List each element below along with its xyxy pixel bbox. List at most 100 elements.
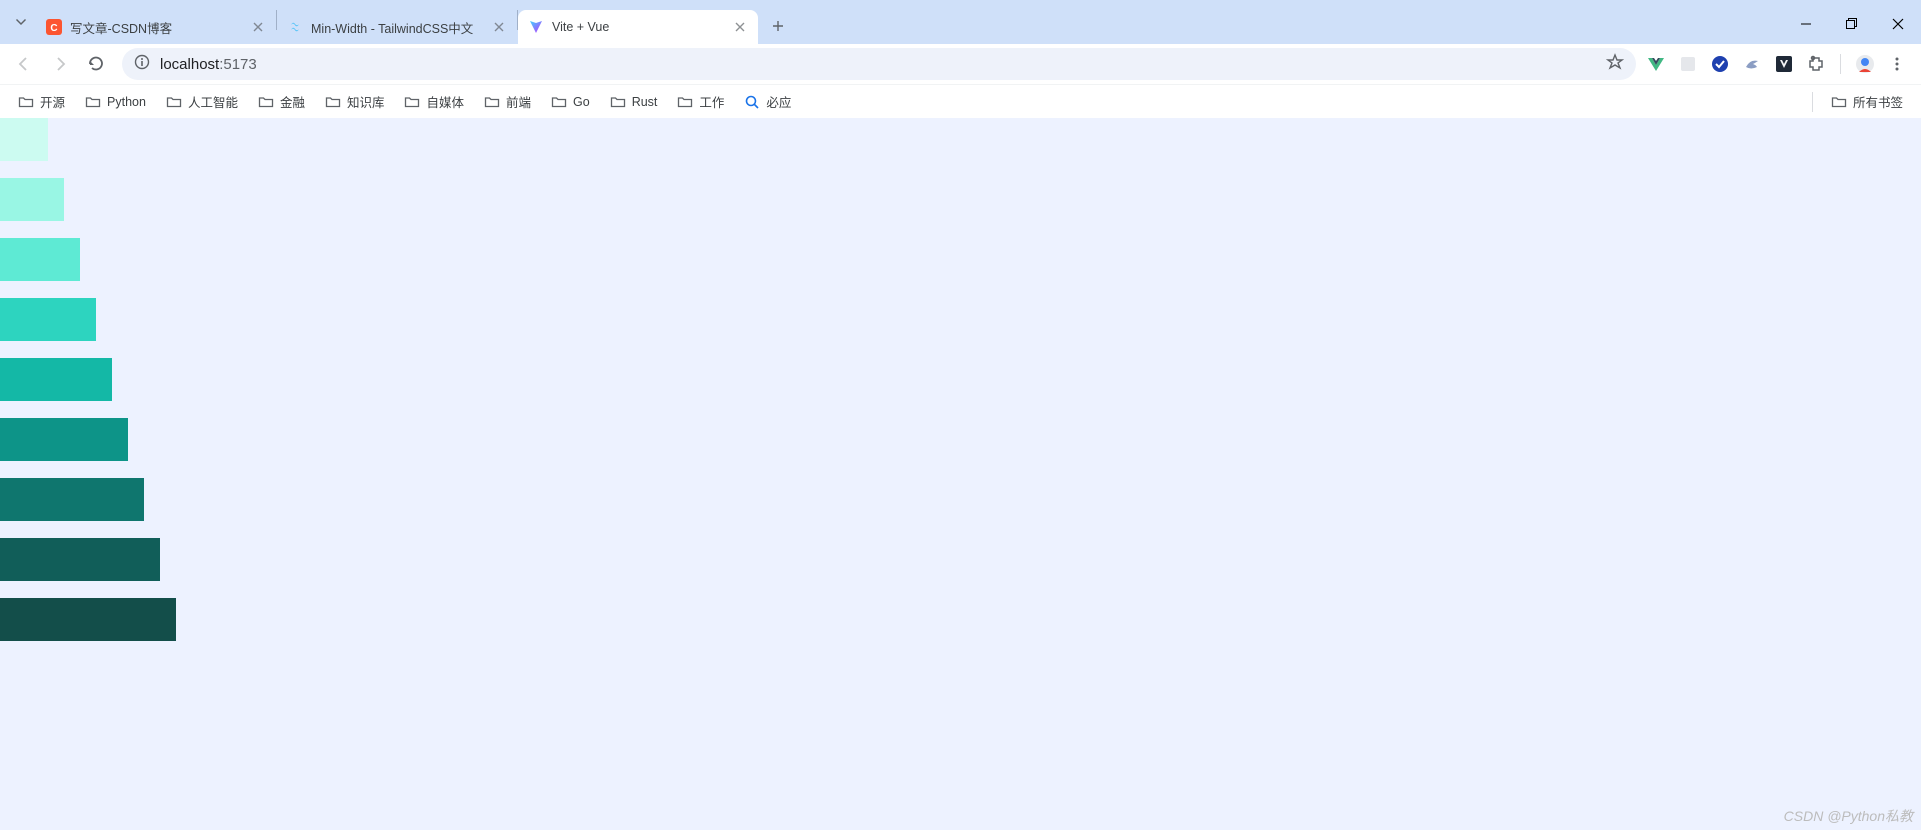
bookmark-item[interactable]: 开源 xyxy=(10,88,73,115)
color-bar xyxy=(0,238,80,281)
window-controls xyxy=(1783,4,1921,44)
tab-close-button[interactable] xyxy=(250,19,266,35)
bookmark-star-button[interactable] xyxy=(1606,53,1624,76)
browser-titlebar: C 写文章-CSDN博客 Min-Width - TailwindCSS中文 V… xyxy=(0,0,1921,44)
bookmark-label: 前端 xyxy=(506,92,531,111)
url-port: :5173 xyxy=(219,56,257,73)
plus-icon xyxy=(772,20,784,32)
folder-icon xyxy=(484,94,500,110)
bookmark-label: Rust xyxy=(632,95,658,109)
close-icon xyxy=(494,22,504,32)
bookmark-label: 自媒体 xyxy=(426,92,464,111)
extensions-menu-icon[interactable] xyxy=(1806,54,1826,74)
color-bar xyxy=(0,358,112,401)
folder-icon xyxy=(404,94,420,110)
folder-icon xyxy=(610,94,626,110)
restore-icon xyxy=(1846,18,1858,30)
bookmark-item[interactable]: 自媒体 xyxy=(396,88,472,115)
bookmark-label: 人工智能 xyxy=(188,92,238,111)
tab-title: Vite + Vue xyxy=(552,20,732,34)
tab-title: 写文章-CSDN博客 xyxy=(70,18,250,37)
kebab-menu-icon xyxy=(1889,56,1905,72)
bookmark-item[interactable]: 前端 xyxy=(476,88,539,115)
profile-avatar[interactable] xyxy=(1855,54,1875,74)
tab-close-button[interactable] xyxy=(732,19,748,35)
bookmark-item[interactable]: 人工智能 xyxy=(158,88,246,115)
page-viewport: CSDN @Python私教 xyxy=(0,118,1921,830)
extension-separator xyxy=(1840,54,1841,74)
tailwind-favicon-icon xyxy=(287,19,303,35)
bookmark-item[interactable]: 工作 xyxy=(669,88,732,115)
address-bar[interactable]: localhost:5173 xyxy=(122,48,1636,80)
nav-forward-button[interactable] xyxy=(44,48,76,80)
color-bar xyxy=(0,478,144,521)
reload-button[interactable] xyxy=(80,48,112,80)
star-icon xyxy=(1606,53,1624,71)
bookmarks-bar: 开源 Python 人工智能 金融 知识库 自媒体 前端 Go Rust 工作 必应 所有书签 xyxy=(0,84,1921,118)
color-bar xyxy=(0,418,128,461)
folder-icon xyxy=(551,94,567,110)
bookmark-item[interactable]: 必应 xyxy=(736,88,799,115)
close-icon xyxy=(253,22,263,32)
bookmark-item[interactable]: Go xyxy=(543,90,598,114)
bookmark-label: 工作 xyxy=(699,92,724,111)
url-text: localhost:5173 xyxy=(160,56,257,73)
bookmark-item[interactable]: 知识库 xyxy=(317,88,393,115)
tab-close-button[interactable] xyxy=(491,19,507,35)
browser-toolbar: localhost:5173 xyxy=(0,44,1921,84)
tab-vite-vue[interactable]: Vite + Vue xyxy=(518,10,758,44)
bookmark-item[interactable]: Rust xyxy=(602,90,666,114)
folder-icon xyxy=(1831,94,1847,110)
arrow-left-icon xyxy=(15,55,33,73)
bookmark-item[interactable]: 金融 xyxy=(250,88,313,115)
url-host: localhost xyxy=(160,56,219,73)
all-bookmarks-button[interactable]: 所有书签 xyxy=(1823,88,1911,115)
extension-4-icon[interactable] xyxy=(1742,54,1762,74)
bookmarks-separator xyxy=(1812,92,1813,112)
window-minimize-button[interactable] xyxy=(1783,4,1829,44)
color-bar xyxy=(0,538,160,581)
search-icon xyxy=(744,94,760,110)
tab-csdn[interactable]: C 写文章-CSDN博客 xyxy=(36,10,276,44)
bookmark-label: 必应 xyxy=(766,92,791,111)
color-bar xyxy=(0,178,64,221)
folder-icon xyxy=(677,94,693,110)
minimize-icon xyxy=(1800,18,1812,30)
color-bar xyxy=(0,118,48,161)
bookmark-label: 金融 xyxy=(280,92,305,111)
color-bar xyxy=(0,298,96,341)
close-icon xyxy=(1892,18,1904,30)
tab-tailwind[interactable]: Min-Width - TailwindCSS中文 xyxy=(277,10,517,44)
svg-text:C: C xyxy=(50,23,57,34)
info-icon xyxy=(134,54,150,70)
bookmark-label: 知识库 xyxy=(347,92,385,111)
folder-icon xyxy=(85,94,101,110)
site-info-button[interactable] xyxy=(134,54,150,75)
new-tab-button[interactable] xyxy=(764,12,792,40)
folder-icon xyxy=(166,94,182,110)
folder-icon xyxy=(258,94,274,110)
extension-3-icon[interactable] xyxy=(1710,54,1730,74)
extension-2-icon[interactable] xyxy=(1678,54,1698,74)
vue-devtools-icon[interactable] xyxy=(1646,54,1666,74)
extensions-row xyxy=(1646,54,1913,74)
chevron-down-icon xyxy=(15,17,27,29)
window-restore-button[interactable] xyxy=(1829,4,1875,44)
chrome-menu-button[interactable] xyxy=(1887,54,1907,74)
bookmark-label: Python xyxy=(107,95,146,109)
folder-icon xyxy=(325,94,341,110)
watermark-text: CSDN @Python私教 xyxy=(1784,806,1913,826)
reload-icon xyxy=(87,55,105,73)
window-close-button[interactable] xyxy=(1875,4,1921,44)
arrow-right-icon xyxy=(51,55,69,73)
csdn-favicon-icon: C xyxy=(46,19,62,35)
bookmark-item[interactable]: Python xyxy=(77,90,154,114)
tab-title: Min-Width - TailwindCSS中文 xyxy=(311,18,491,37)
folder-icon xyxy=(18,94,34,110)
extension-5-icon[interactable] xyxy=(1774,54,1794,74)
bookmark-label: 开源 xyxy=(40,92,65,111)
nav-back-button[interactable] xyxy=(8,48,40,80)
color-bars xyxy=(0,118,1921,641)
tabs-dropdown-button[interactable] xyxy=(6,8,36,38)
color-bar xyxy=(0,598,176,641)
